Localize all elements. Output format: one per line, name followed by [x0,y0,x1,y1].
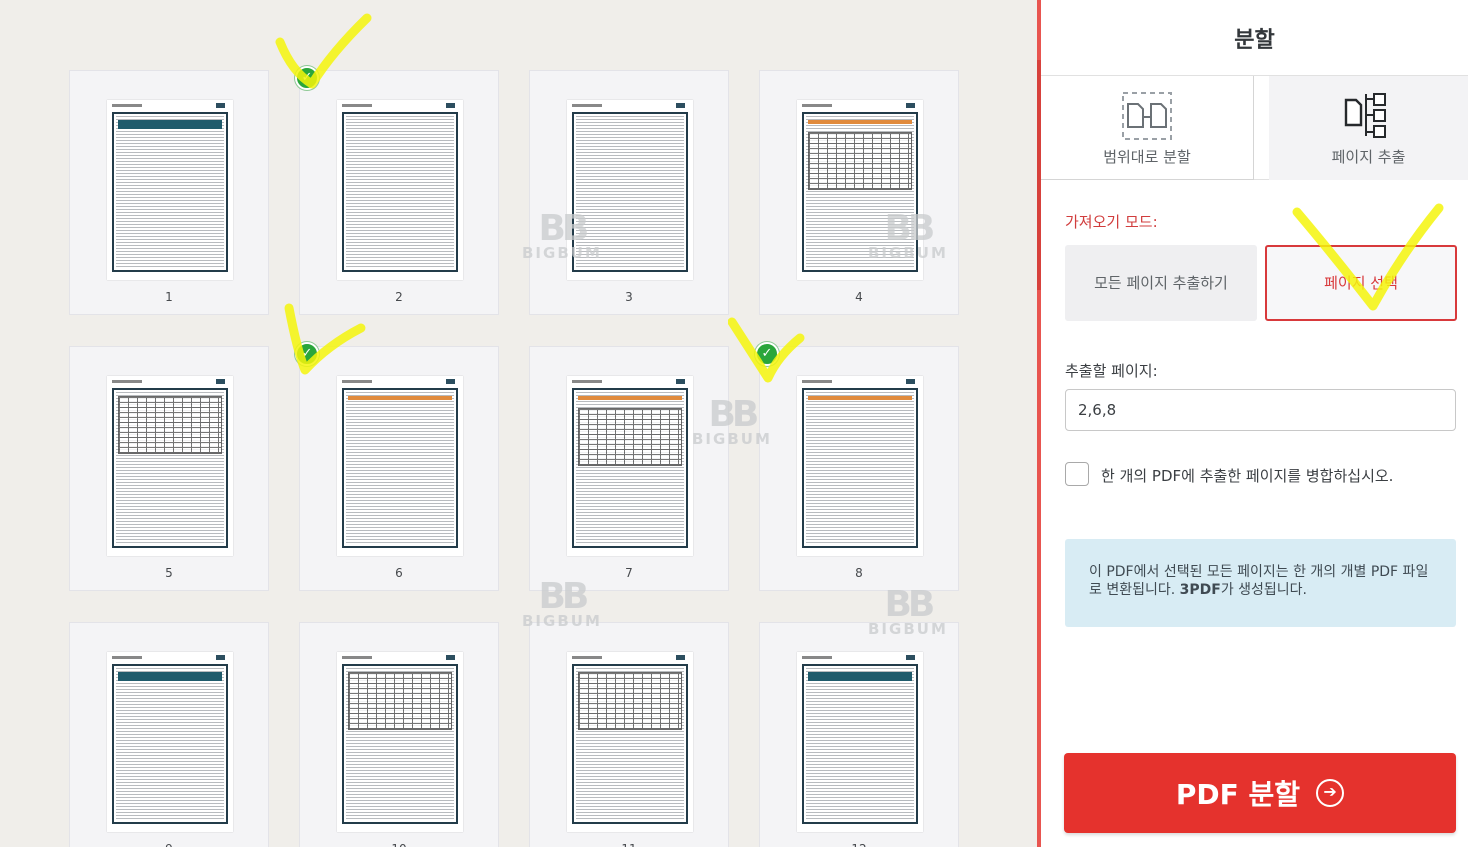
page-thumbnail[interactable]: 7 [529,346,729,591]
page-grid: 12✓3456✓78✓9101112BBBIGBUMBBBIGBUMBBBIGB… [0,0,1037,847]
page-preview-image [337,652,463,832]
tab-split-by-range[interactable]: 범위대로 분할 [1041,76,1254,180]
page-thumbnail[interactable]: 3 [529,70,729,315]
tab-split-by-range-label: 범위대로 분할 [1103,148,1191,166]
check-circle-icon: ✓ [295,342,319,366]
page-preview-image [107,652,233,832]
check-circle-icon: ✓ [755,342,779,366]
page-thumbnail[interactable]: 11 [529,622,729,847]
merge-pages-checkbox[interactable] [1065,462,1089,486]
page-thumbnail[interactable]: 12 [759,622,959,847]
pages-to-extract-label: 추출할 페이지: [1065,362,1158,380]
page-number-label: 4 [855,290,863,304]
page-thumbnail[interactable]: 2 [299,70,499,315]
page-preview-image [797,652,923,832]
page-thumbnail[interactable]: 6 [299,346,499,591]
page-thumbnail[interactable]: 10 [299,622,499,847]
page-preview-image [567,376,693,556]
extract-all-pages-label: 모든 페이지 추출하기 [1094,274,1228,292]
page-thumbnail[interactable]: 9 [69,622,269,847]
bigbum-watermark: BB BIGBUM [868,584,948,638]
check-circle-icon: ✓ [295,66,319,90]
pages-to-extract-input[interactable] [1065,389,1456,431]
page-number-label: 5 [165,566,173,580]
page-number-label: 11 [530,842,728,847]
import-mode-label: 가져오기 모드: [1065,213,1158,231]
info-output-count: 3PDF [1179,582,1221,598]
page-number-label: 3 [625,290,633,304]
info-message: 이 PDF에서 선택된 모든 페이지는 한 개의 개별 PDF 파일로 변환됩니… [1065,539,1456,627]
page-number-label: 10 [300,842,498,847]
page-preview-image [107,100,233,280]
page-number-label: 1 [165,290,173,304]
bigbum-watermark: BB BIGBUM [692,394,772,448]
page-preview-image [107,376,233,556]
page-thumbnail[interactable]: 5 [69,346,269,591]
page-number-label: 2 [395,290,403,304]
page-number-label: 9 [70,842,268,847]
split-mode-tabs: 범위대로 분할 ✓ 페이지 추출 [1041,75,1468,180]
split-range-icon [1122,92,1172,140]
extract-all-pages-button[interactable]: 모든 페이지 추출하기 [1065,245,1257,321]
page-number-label: 6 [395,566,403,580]
arrow-right-circle-icon: ➔ [1316,779,1345,807]
page-number-label: 12 [760,842,958,847]
info-text-after: 가 생성됩니다. [1220,582,1308,598]
page-preview-image [337,100,463,280]
extract-pages-icon [1344,93,1386,138]
page-preview-image [337,376,463,556]
page-number-label: 8 [855,566,863,580]
split-pdf-button[interactable]: PDF 분할 ➔ [1064,753,1456,833]
bigbum-watermark: BB BIGBUM [522,208,602,262]
merge-pages-label: 한 개의 PDF에 추출한 페이지를 병합하십시오. [1101,467,1394,485]
bigbum-watermark: BB BIGBUM [868,208,948,262]
page-preview-image [567,652,693,832]
tab-extract-pages[interactable]: 페이지 추출 [1269,76,1468,180]
select-pages-label: 페이지 선택 [1324,274,1398,292]
split-pdf-button-label: PDF 분할 [1175,778,1301,811]
page-thumbnail[interactable]: 8 [759,346,959,591]
page-thumbnail[interactable]: 1 [69,70,269,315]
split-options-panel: 분할 범위대로 분할 ✓ 페이지 추출 [1041,0,1468,847]
page-preview-image [797,376,923,556]
bigbum-watermark: BB BIGBUM [522,576,602,630]
select-pages-button[interactable]: 페이지 선택 [1265,245,1457,321]
page-thumbnail[interactable]: 4 [759,70,959,315]
panel-title: 분할 [1234,28,1275,53]
tab-extract-pages-label: 페이지 추출 [1331,148,1406,166]
